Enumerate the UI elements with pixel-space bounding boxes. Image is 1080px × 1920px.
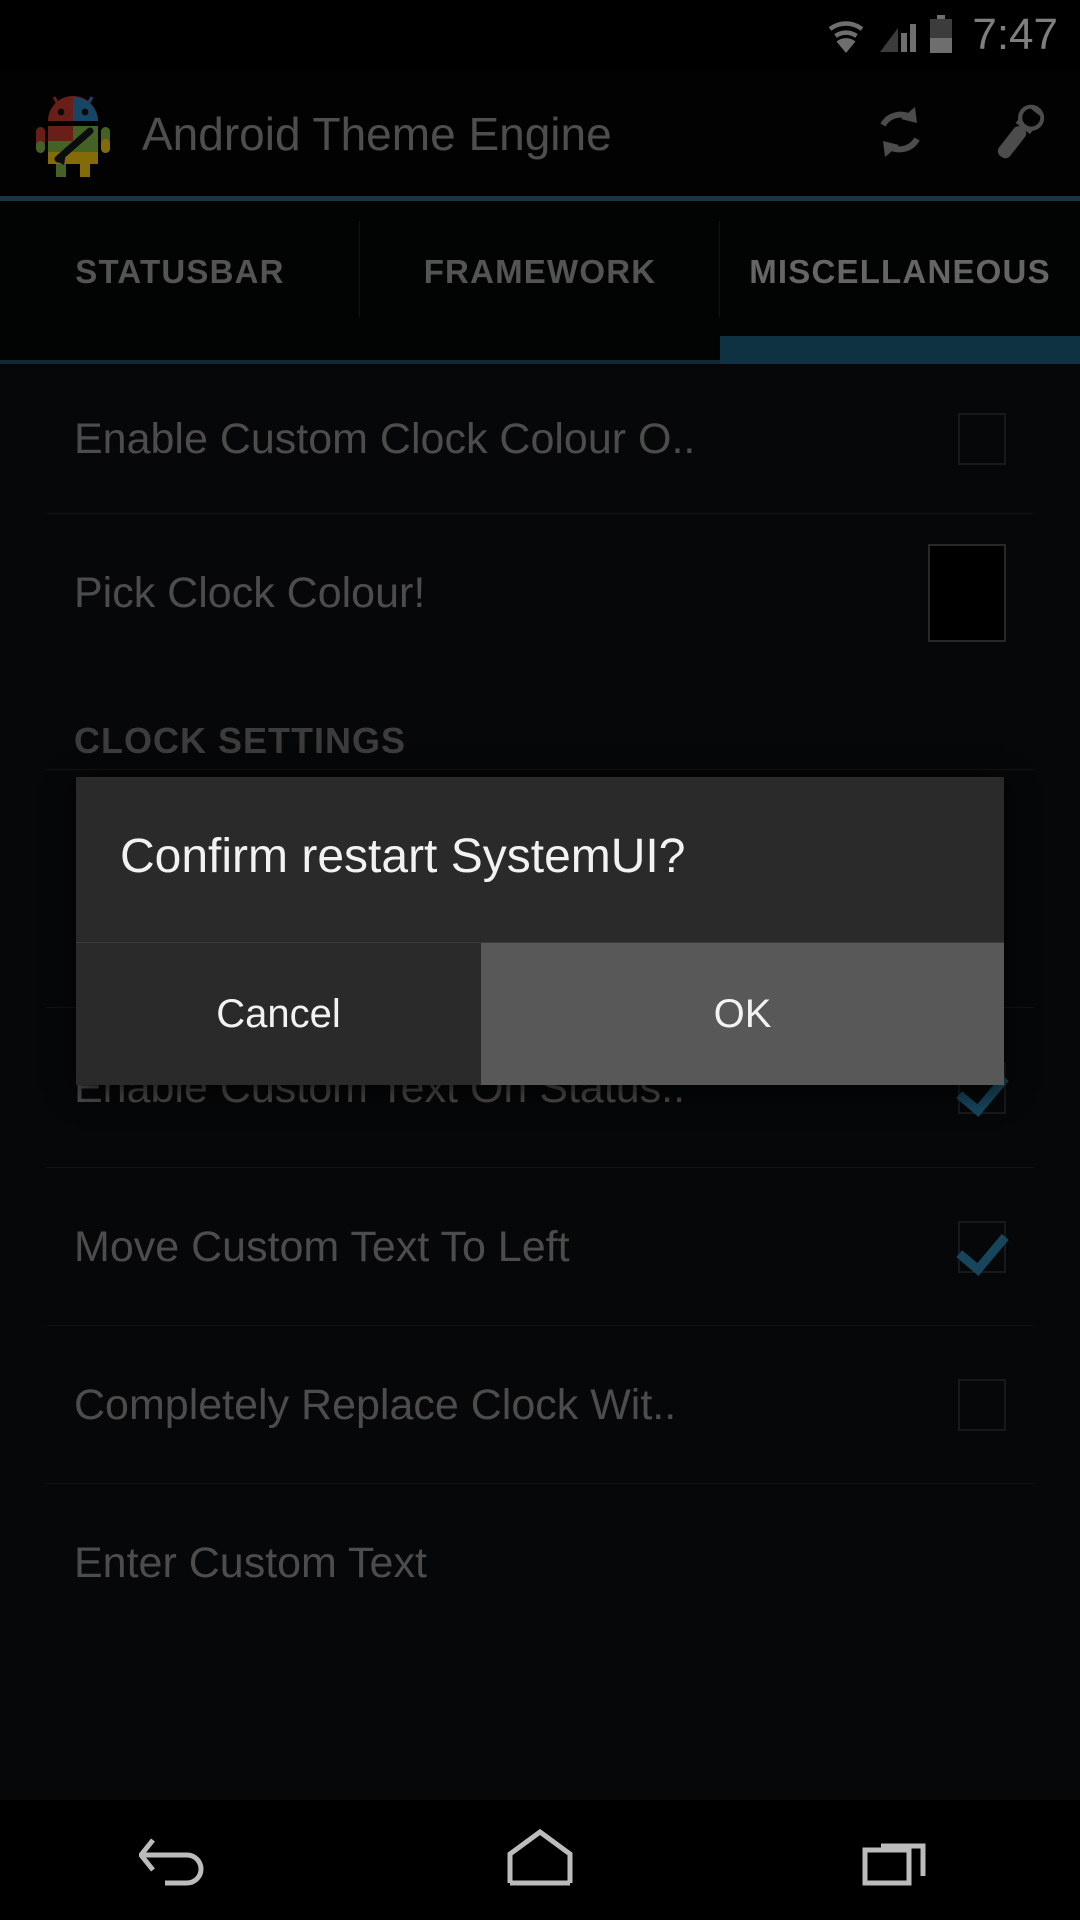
list-item[interactable]: Move Custom Text To Left bbox=[0, 1168, 1080, 1326]
dialog-button-row: Cancel OK bbox=[76, 943, 1004, 1085]
tab-framework[interactable]: FRAMEWORK bbox=[360, 201, 720, 364]
list-item-label: Enter Custom Text bbox=[74, 1538, 427, 1587]
cancel-button[interactable]: Cancel bbox=[76, 943, 481, 1085]
android-theme-engine-logo-icon bbox=[34, 91, 112, 177]
settings-button[interactable] bbox=[960, 70, 1080, 198]
list-item[interactable]: Enable Custom Clock Colour O.. bbox=[0, 364, 1080, 514]
refresh-icon bbox=[867, 99, 933, 170]
list-item[interactable]: Pick Clock Colour! bbox=[0, 514, 1080, 672]
wifi-icon bbox=[824, 16, 868, 54]
list-item-label: Enable Custom Clock Colour O.. bbox=[74, 414, 696, 463]
back-nav-icon bbox=[137, 1828, 221, 1893]
home-nav-button[interactable] bbox=[440, 1800, 640, 1920]
battery-icon bbox=[928, 15, 954, 55]
status-bar: 7:47 bbox=[0, 0, 1080, 70]
list-item[interactable]: Enter Custom Text bbox=[0, 1484, 1080, 1642]
dialog-title: Confirm restart SystemUI? bbox=[120, 830, 686, 883]
colour-swatch-pick-clock-colour[interactable] bbox=[928, 544, 1006, 642]
tab-statusbar[interactable]: STATUSBAR bbox=[0, 201, 360, 364]
back-nav-button[interactable] bbox=[80, 1800, 280, 1920]
ok-button[interactable]: OK bbox=[481, 943, 1004, 1085]
refresh-button[interactable] bbox=[840, 70, 960, 198]
android-navigation-bar bbox=[0, 1800, 1080, 1920]
cellular-signal-icon bbox=[878, 16, 918, 54]
checkbox-enable-custom-clock-colour[interactable] bbox=[958, 413, 1006, 465]
checkbox-move-custom-text-to-left[interactable] bbox=[958, 1221, 1006, 1273]
tab-statusbar-label: STATUSBAR bbox=[75, 252, 285, 290]
recents-nav-icon bbox=[861, 1828, 939, 1893]
tab-indicator-active bbox=[720, 336, 1080, 364]
page-title: Android Theme Engine bbox=[142, 108, 612, 160]
confirm-restart-dialog: Confirm restart SystemUI? Cancel OK bbox=[76, 777, 1004, 1085]
checkbox-completely-replace-clock[interactable] bbox=[958, 1379, 1006, 1431]
list-item[interactable]: Completely Replace Clock Wit.. bbox=[0, 1326, 1080, 1484]
tab-bar: STATUSBAR FRAMEWORK MISCELLANEOUS bbox=[0, 201, 1080, 364]
wrench-icon bbox=[985, 97, 1055, 172]
section-header-label: CLOCK SETTINGS bbox=[74, 720, 407, 761]
list-item-label: Completely Replace Clock Wit.. bbox=[74, 1380, 677, 1429]
recents-nav-button[interactable] bbox=[800, 1800, 1000, 1920]
home-nav-icon bbox=[504, 1828, 576, 1893]
action-bar: Android Theme Engine bbox=[0, 70, 1080, 198]
status-bar-clock: 7:47 bbox=[972, 10, 1058, 59]
list-section-header: CLOCK SETTINGS bbox=[0, 672, 1080, 770]
list-item-label: Move Custom Text To Left bbox=[74, 1222, 570, 1271]
list-item-label: Pick Clock Colour! bbox=[74, 568, 426, 617]
tab-miscellaneous[interactable]: MISCELLANEOUS bbox=[720, 201, 1080, 364]
tab-miscellaneous-label: MISCELLANEOUS bbox=[749, 252, 1051, 290]
tab-framework-label: FRAMEWORK bbox=[423, 252, 657, 290]
